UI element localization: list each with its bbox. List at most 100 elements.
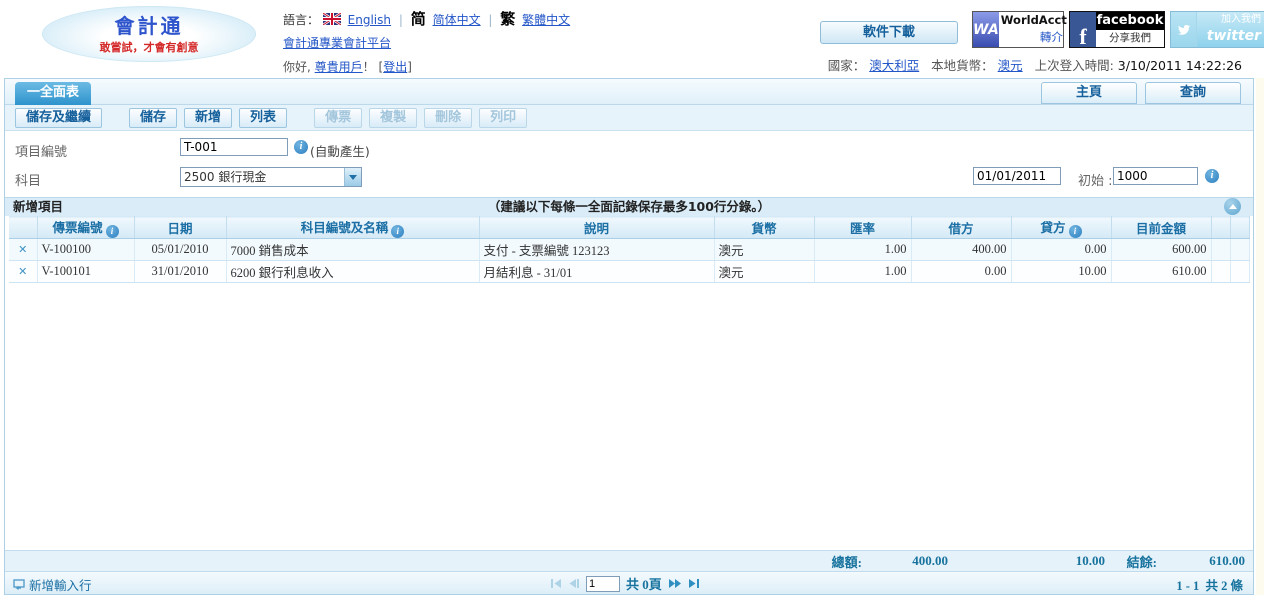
col-current-amount: 目前金額 (1111, 217, 1211, 239)
collapse-up-icon[interactable] (1224, 198, 1241, 215)
delete-row-icon[interactable]: ✕ (18, 265, 27, 278)
main-panel: 一全面表 主頁 查詢 儲存及繼續 儲存 新增 列表 傳票 複製 刪除 列印 項目… (4, 78, 1254, 595)
bracket: ] (407, 60, 412, 74)
totals-label: 總額: (13, 552, 862, 571)
cell-account[interactable]: 7000 銷售成本 (226, 239, 479, 261)
col-credit-label: 貸方 (1040, 220, 1065, 235)
worldacct-name: WorldAcct (999, 12, 1067, 29)
cell-account[interactable]: 6200 銀行利息收入 (226, 261, 479, 283)
col-rate: 匯率 (814, 217, 911, 239)
info-icon[interactable]: i (391, 225, 404, 238)
logout-link[interactable]: 登出 (383, 60, 407, 74)
language-label: 語言： (283, 13, 319, 27)
balance-value: 610.00 (1157, 553, 1245, 569)
last-page-icon[interactable] (688, 579, 700, 588)
cell-amount[interactable]: 600.00 (1111, 239, 1211, 261)
twitter-badge[interactable]: 加入我們 twitter (1170, 11, 1264, 48)
initial-input[interactable] (1113, 167, 1198, 185)
info-icon[interactable]: i (1205, 169, 1219, 183)
col-voucher-label: 傳票編號 (52, 220, 102, 235)
add-input-row-link[interactable]: 新增輸入行 (13, 575, 92, 594)
toolbar: 儲存及繼續 儲存 新增 列表 傳票 複製 刪除 列印 (5, 105, 1253, 131)
cell-currency[interactable]: 澳元 (714, 239, 814, 261)
user-link[interactable]: 尊貴用戶 (315, 60, 363, 74)
date-input[interactable] (973, 167, 1061, 185)
prev-page-icon (568, 579, 580, 588)
cell-date[interactable]: 31/01/2010 (134, 261, 226, 283)
item-no-input[interactable] (180, 138, 288, 156)
currency-label: 本地貨幣： (931, 58, 994, 73)
separator: | (399, 13, 403, 27)
language-row: 語言： English | 简 简体中文 | 繁 繁體中文 (283, 8, 570, 32)
cell-date[interactable]: 05/01/2010 (134, 239, 226, 261)
cell-spare (1230, 239, 1249, 261)
query-button[interactable]: 查詢 (1145, 82, 1241, 104)
cell-amount[interactable]: 610.00 (1111, 261, 1211, 283)
cell-voucher[interactable]: V-100100 (37, 239, 134, 261)
tab-full-form[interactable]: 一全面表 (15, 82, 91, 105)
page-total-label: 共 0頁 (626, 574, 662, 593)
range-value: 1 - 1 (1176, 579, 1199, 593)
entries-grid: 傳票編號i 日期 科目編號及名稱i 說明 貨幣 匯率 借方 貸方i 目前金額 ✕… (9, 216, 1249, 283)
simplified-prefix: 简 (411, 10, 426, 28)
next-page-icon[interactable] (668, 579, 682, 588)
language-block: 語言： English | 简 简体中文 | 繁 繁體中文 會計通專業會計平台 … (283, 8, 570, 78)
worldacct-icon: WA (973, 12, 999, 47)
pagination: 共 0頁 (550, 574, 700, 593)
uk-flag-icon (323, 10, 341, 32)
worldacct-caption: 轉介 (999, 29, 1067, 46)
save-and-continue-button[interactable]: 儲存及繼續 (15, 108, 102, 128)
info-icon[interactable]: i (1069, 225, 1082, 238)
twitter-bird-icon (1171, 12, 1197, 47)
cell-rate[interactable]: 1.00 (814, 261, 911, 283)
cell-debit[interactable]: 400.00 (911, 239, 1011, 261)
col-currency: 貨幣 (714, 217, 814, 239)
home-button[interactable]: 主頁 (1041, 82, 1137, 104)
country-link[interactable]: 澳大利亞 (869, 58, 919, 73)
list-button[interactable]: 列表 (239, 108, 287, 128)
cell-description[interactable]: 支付 - 支票編號 123123 (479, 239, 714, 261)
item-no-label: 項目編號 (15, 141, 67, 160)
logo-title: 會計通 (42, 15, 256, 37)
print-button: 列印 (479, 108, 527, 128)
facebook-badge[interactable]: f facebook 分享我們 (1069, 11, 1165, 48)
record-range: 1 - 1 共 2 條 (1176, 575, 1243, 594)
copy-button: 複製 (369, 108, 417, 128)
cell-credit[interactable]: 10.00 (1011, 261, 1111, 283)
cell-credit[interactable]: 0.00 (1011, 239, 1111, 261)
initial-label: 初始 : (1078, 170, 1113, 189)
greeting-row: 你好, 尊貴用戶！ [登出] (283, 56, 570, 78)
cell-description[interactable]: 月結利息 - 31/01 (479, 261, 714, 283)
first-page-icon (550, 579, 562, 588)
info-icon[interactable]: i (106, 225, 119, 238)
form-area: 項目編號 i (自動產生) 科目 2500 銀行現金 初始 : i (5, 131, 1253, 197)
col-description: 說明 (479, 217, 714, 239)
platform-link[interactable]: 會計通專業會計平台 (283, 36, 391, 50)
account-select[interactable]: 2500 銀行現金 (180, 167, 362, 187)
save-button[interactable]: 儲存 (129, 108, 177, 128)
new-button[interactable]: 新增 (184, 108, 232, 128)
facebook-caption: 分享我們 (1096, 30, 1164, 47)
lang-english-link[interactable]: English (348, 13, 391, 27)
cell-rate[interactable]: 1.00 (814, 239, 911, 261)
cell-voucher[interactable]: V-100101 (37, 261, 134, 283)
software-download-button[interactable]: 軟件下載 (820, 21, 958, 44)
logo-slogan: 敢嘗試，才會有創意 (42, 39, 256, 55)
grid-section-band: 新增項目 （建議以下每條一全面記錄保存最多100行分錄。） (5, 197, 1253, 216)
lang-traditional-link[interactable]: 繁體中文 (522, 13, 570, 27)
totals-debit: 400.00 (862, 553, 948, 569)
info-icon[interactable]: i (294, 140, 308, 154)
lang-simplified-link[interactable]: 简体中文 (433, 13, 481, 27)
col-debit: 借方 (911, 217, 1011, 239)
currency-link[interactable]: 澳元 (998, 58, 1023, 73)
delete-row-icon[interactable]: ✕ (18, 243, 27, 256)
page-number-input[interactable] (586, 576, 620, 592)
app-window: 會計通 敢嘗試，才會有創意 語言： English | 简 简体中文 | 繁 繁… (0, 0, 1264, 603)
cell-currency[interactable]: 澳元 (714, 261, 814, 283)
totals-row: 總額: 400.00 10.00 結餘: 610.00 (5, 550, 1253, 571)
col-spare2 (1230, 217, 1249, 239)
cell-debit[interactable]: 0.00 (911, 261, 1011, 283)
twitter-caption: 加入我們 (1221, 12, 1261, 28)
worldacct-badge[interactable]: WA WorldAcct 轉介 (972, 11, 1064, 48)
chevron-down-icon[interactable] (344, 168, 361, 186)
